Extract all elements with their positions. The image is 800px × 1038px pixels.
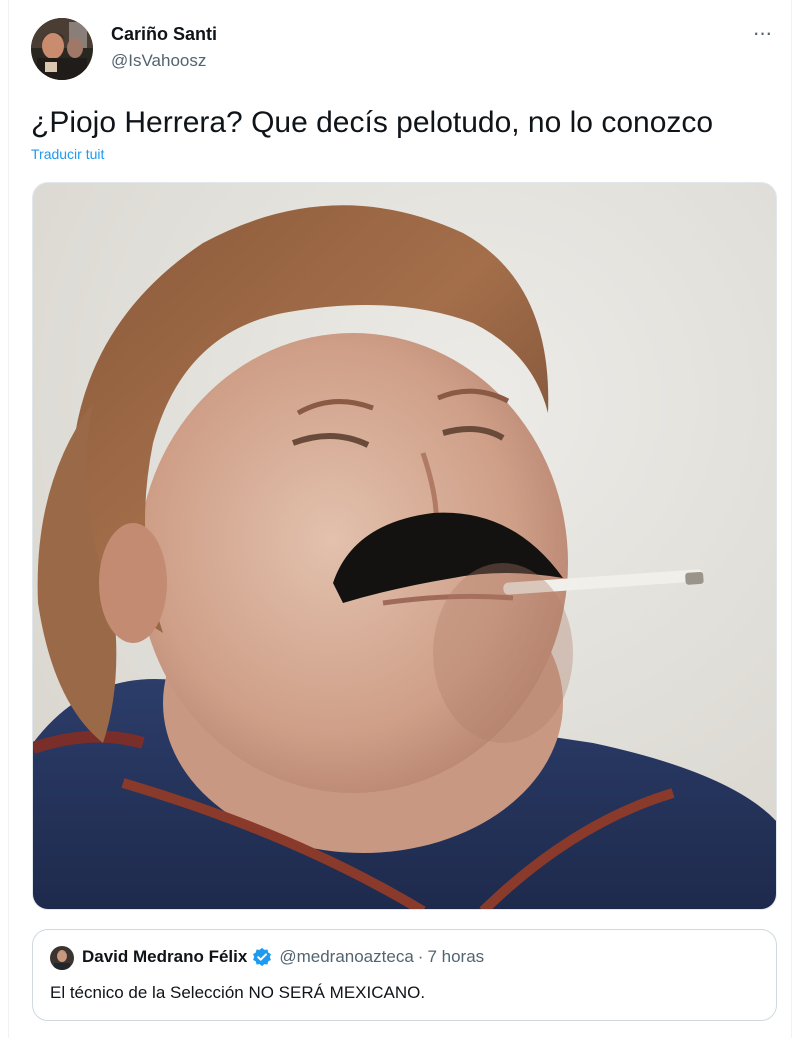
quoted-display-name[interactable]: David Medrano Félix xyxy=(82,947,247,967)
tweet-image[interactable] xyxy=(32,182,777,910)
quoted-handle[interactable]: @medranoazteca xyxy=(279,947,413,967)
author-avatar[interactable] xyxy=(31,18,93,80)
quoted-header: David Medrano Félix @medranoazteca · 7 h… xyxy=(82,947,484,967)
quoted-tweet-text: El técnico de la Selección NO SERÁ MEXIC… xyxy=(50,983,426,1002)
tweet-text: ¿Piojo Herrera? Que decís pelotudo, no l… xyxy=(31,106,714,139)
translate-tweet-link[interactable]: Traducir tuit xyxy=(31,146,104,162)
meme-photo-icon xyxy=(33,183,776,909)
quoted-timestamp[interactable]: 7 horas xyxy=(427,947,484,967)
tweet-card: Cariño Santi @IsVahoosz ··· ¿Piojo Herre… xyxy=(8,0,792,1038)
quoted-tweet[interactable]: David Medrano Félix @medranoazteca · 7 h… xyxy=(32,929,777,1021)
separator-dot: · xyxy=(417,947,424,966)
author-display-name[interactable]: Cariño Santi xyxy=(111,24,217,45)
more-options-icon[interactable]: ··· xyxy=(749,20,775,45)
verified-badge-icon xyxy=(252,947,272,967)
quoted-author-avatar[interactable] xyxy=(50,946,74,970)
author-handle[interactable]: @IsVahoosz xyxy=(111,51,206,71)
